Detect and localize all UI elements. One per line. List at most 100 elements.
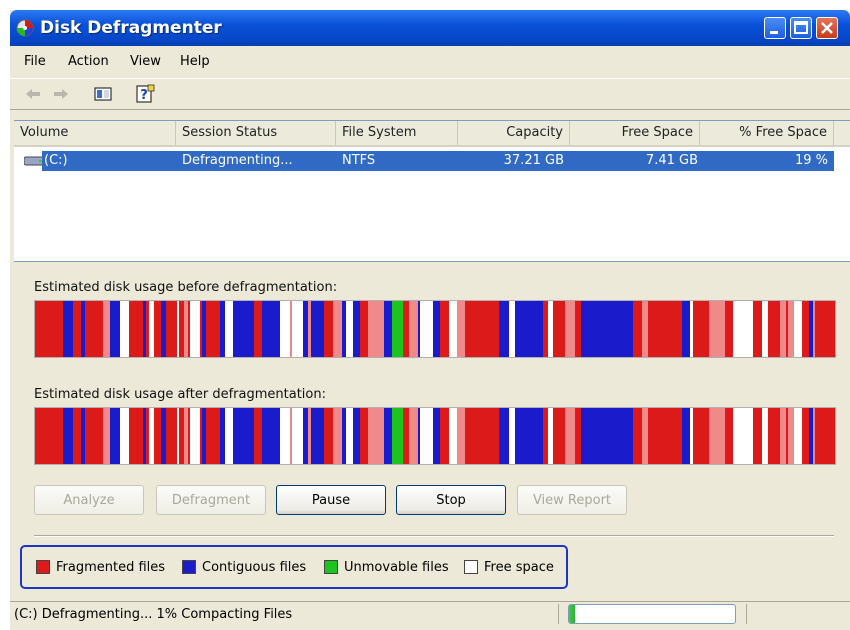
disk-cluster-stripe (494, 301, 499, 357)
col-file-system[interactable]: File System (336, 121, 458, 145)
free-space-swatch (464, 560, 478, 574)
disk-cluster-stripe (149, 301, 154, 357)
disk-cluster-stripe (94, 301, 103, 357)
disk-cluster-stripe (202, 301, 206, 357)
console-tree-icon[interactable] (92, 83, 114, 105)
disk-cluster-stripe (818, 408, 822, 464)
disk-cluster-stripe (521, 408, 528, 464)
disk-cluster-stripe (753, 408, 762, 464)
disk-cluster-stripe (233, 408, 241, 464)
disk-cluster-stripe (430, 301, 433, 357)
disk-cluster-stripe (610, 408, 616, 464)
pause-button[interactable]: Pause (276, 485, 386, 515)
disk-cluster-stripe (440, 408, 449, 464)
analyze-button[interactable]: Analyze (34, 485, 144, 515)
disk-cluster-stripe (806, 408, 809, 464)
menu-help[interactable]: Help (180, 54, 210, 69)
legend-contiguous-label: Contiguous files (202, 560, 307, 575)
disk-cluster-stripe (368, 408, 378, 464)
disk-cluster-stripe (311, 301, 315, 357)
legend-unmovable-label: Unmovable files (344, 560, 449, 575)
disk-cluster-stripe (271, 301, 280, 357)
close-button[interactable] (816, 17, 838, 39)
back-arrow-icon[interactable] (22, 83, 44, 105)
disk-cluster-stripe (465, 408, 474, 464)
disk-cluster-stripe (832, 301, 835, 357)
maximize-icon (794, 21, 808, 34)
disk-cluster-stripe (384, 301, 392, 357)
col-capacity[interactable]: Capacity (458, 121, 570, 145)
disk-cluster-stripe (353, 408, 360, 464)
disk-cluster-stripe (43, 301, 53, 357)
disk-cluster-stripe (194, 408, 200, 464)
cell-session-status: Defragmenting... (182, 153, 293, 168)
disk-cluster-stripe (280, 301, 290, 357)
legend: Fragmented files Contiguous files Unmova… (20, 545, 568, 589)
disk-cluster-stripe (543, 408, 548, 464)
help-icon[interactable]: ? (134, 83, 156, 105)
disk-cluster-stripe (616, 408, 625, 464)
minimize-button[interactable] (764, 17, 786, 39)
col-free-space[interactable]: Free Space (570, 121, 700, 145)
disk-cluster-stripe (642, 301, 648, 357)
disk-cluster-stripe (85, 408, 94, 464)
disk-cluster-stripe (590, 408, 600, 464)
cell-percent-free-space: 19 % (794, 153, 828, 168)
disk-cluster-stripe (154, 408, 161, 464)
disk-cluster-stripe (149, 408, 154, 464)
disk-cluster-stripe (177, 408, 179, 464)
view-report-button[interactable]: View Report (517, 485, 627, 515)
disk-cluster-stripe (648, 408, 658, 464)
disk-cluster-stripe (184, 301, 188, 357)
disk-cluster-stripe (170, 408, 175, 464)
disk-cluster-stripe (409, 408, 418, 464)
close-icon (821, 22, 833, 34)
disk-cluster-stripe (575, 301, 581, 357)
disk-cluster-stripe (56, 301, 63, 357)
disk-cluster-stripe (200, 301, 202, 357)
forward-arrow-icon[interactable] (50, 83, 72, 105)
unmovable-swatch (324, 560, 338, 574)
disk-cluster-stripe (324, 301, 333, 357)
disk-cluster-stripe (342, 408, 346, 464)
disk-cluster-stripe (806, 301, 809, 357)
table-row[interactable]: (C:) Defragmenting... NTFS 37.21 GB 7.41… (42, 151, 834, 171)
disk-cluster-stripe (565, 301, 575, 357)
menu-action[interactable]: Action (68, 54, 109, 69)
volume-list-header: Volume Session Status File System Capaci… (14, 121, 850, 147)
cell-free-space: 7.41 GB (645, 153, 698, 168)
disk-cluster-stripe (741, 408, 751, 464)
disk-cluster-stripe (509, 301, 515, 357)
disk-cluster-stripe (474, 301, 484, 357)
disk-cluster-stripe (499, 408, 509, 464)
disk-cluster-stripe (673, 408, 682, 464)
disk-cluster-stripe (751, 301, 753, 357)
col-volume[interactable]: Volume (14, 121, 176, 145)
disk-cluster-stripe (751, 408, 753, 464)
disk-cluster-stripe (538, 301, 543, 357)
disk-cluster-stripe (392, 408, 396, 464)
menu-view[interactable]: View (130, 54, 161, 69)
disk-cluster-stripe (648, 301, 658, 357)
col-session-status[interactable]: Session Status (176, 121, 336, 145)
disk-cluster-stripe (206, 408, 214, 464)
disk-cluster-stripe (802, 301, 806, 357)
title-bar[interactable]: Disk Defragmenter (10, 10, 850, 46)
status-divider (746, 604, 747, 624)
defragment-button[interactable]: Defragment (156, 485, 266, 515)
disk-cluster-stripe (553, 408, 556, 464)
disk-cluster-stripe (788, 408, 794, 464)
disk-cluster-stripe (575, 408, 581, 464)
disk-cluster-stripe (762, 408, 768, 464)
disk-cluster-stripe (701, 408, 709, 464)
disk-cluster-stripe (494, 408, 499, 464)
disk-cluster-stripe (528, 301, 538, 357)
stop-button[interactable]: Stop (396, 485, 506, 515)
disk-cluster-stripe (206, 301, 214, 357)
menu-file[interactable]: File (24, 54, 46, 69)
col-percent-free-space[interactable]: % Free Space (700, 121, 834, 145)
disk-cluster-stripe (202, 408, 206, 464)
maximize-button[interactable] (790, 17, 812, 39)
disk-cluster-stripe (360, 408, 365, 464)
disk-cluster-stripe (63, 301, 73, 357)
